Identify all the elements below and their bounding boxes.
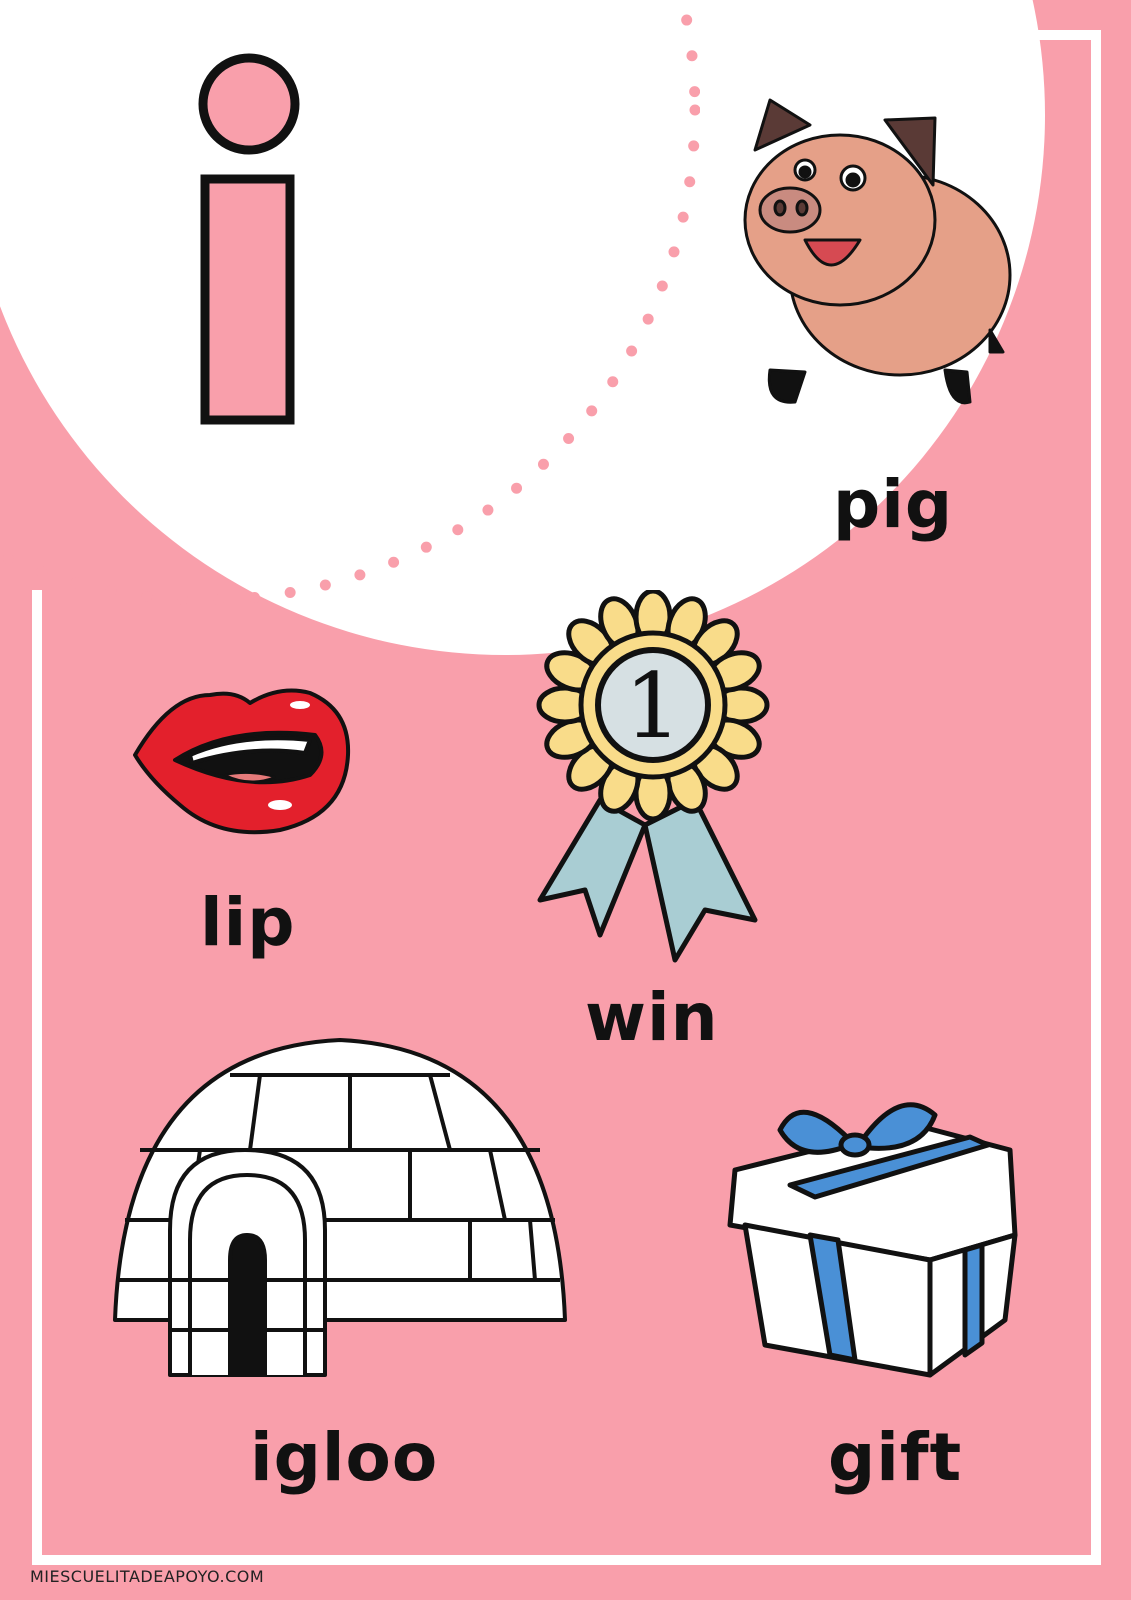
frame-right-line <box>1091 30 1101 1565</box>
ribbon-icon: 1 <box>536 590 770 963</box>
word-pig: pig <box>833 466 954 543</box>
pig-icon <box>743 98 1012 405</box>
letter-i-stem <box>200 174 295 425</box>
letter-i-dot <box>198 53 300 155</box>
letter-circle-decor <box>0 0 700 606</box>
gift-icon <box>727 1102 1018 1378</box>
svg-text:1: 1 <box>624 654 681 759</box>
igloo-icon <box>113 1038 567 1377</box>
word-gift: gift <box>828 1419 963 1496</box>
phonics-poster: i pig lip <box>0 0 1131 1600</box>
footer-website: MIESCUELITADEAPOYO.COM <box>30 1567 265 1586</box>
word-win: win <box>585 979 719 1056</box>
frame-bottom-line <box>32 1555 1101 1565</box>
word-lip: lip <box>200 884 296 961</box>
lips-icon <box>133 688 351 835</box>
frame-left-line <box>32 590 42 1565</box>
word-igloo: igloo <box>250 1419 439 1496</box>
